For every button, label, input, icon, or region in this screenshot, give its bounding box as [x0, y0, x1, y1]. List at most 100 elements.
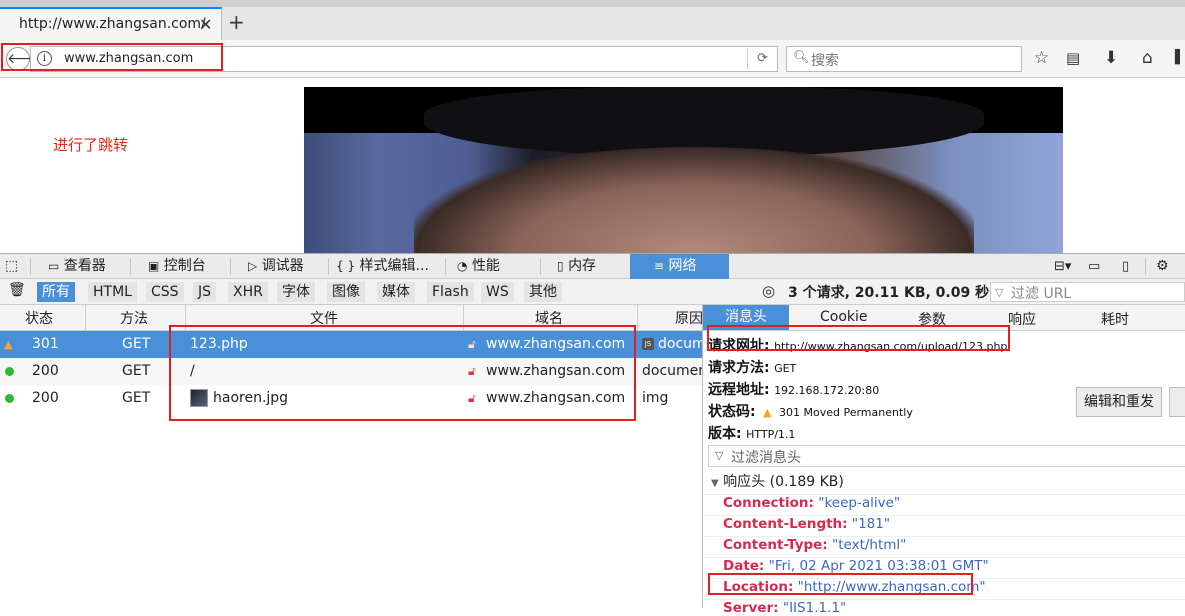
- clear-trash-icon[interactable]: 🗑: [8, 282, 26, 298]
- header-key: Date:: [723, 558, 765, 574]
- header-value: "http://www.zhangsan.com": [797, 579, 986, 595]
- column-method[interactable]: 方法: [120, 308, 148, 328]
- tab-label: 查看器: [63, 258, 106, 274]
- tab-label: 控制台: [163, 258, 206, 274]
- header-row: Server: "IIS1.1.1": [723, 600, 846, 616]
- filter-html[interactable]: HTML: [88, 282, 137, 302]
- tab-response[interactable]: 响应: [1008, 309, 1036, 329]
- filter-fonts[interactable]: 字体: [277, 282, 315, 302]
- browser-tab[interactable]: http://www.zhangsan.com/ ✕: [0, 7, 222, 41]
- network-filter-bar: 🗑 所有 HTML CSS JS XHR 字体 图像 媒体 Flash WS 其…: [0, 279, 1185, 305]
- filter-other[interactable]: 其他: [524, 282, 562, 302]
- remote-address-row: 远程地址: 192.168.172.20:80: [708, 379, 879, 399]
- home-icon[interactable]: ⌂: [1142, 48, 1153, 68]
- filter-flash[interactable]: Flash: [427, 282, 474, 302]
- url-filter-input[interactable]: ▽ 过滤 URL: [990, 282, 1185, 302]
- tab-label: 内存: [568, 258, 597, 274]
- request-file: /: [190, 363, 195, 379]
- column-domain[interactable]: 域名: [535, 308, 563, 328]
- status-code-label: 状态码:: [708, 404, 756, 420]
- header-filter-input[interactable]: ▽ 过滤消息头: [708, 445, 1185, 467]
- filter-images[interactable]: 图像: [327, 282, 365, 302]
- column-status[interactable]: 状态: [25, 308, 53, 328]
- reload-icon[interactable]: ⟳: [747, 49, 777, 69]
- console-icon: ▣: [148, 259, 160, 273]
- edit-and-resend-button[interactable]: 编辑和重发: [1076, 387, 1162, 417]
- tab-inspector[interactable]: ▭ 查看器: [42, 254, 106, 279]
- status-ok-dot: [5, 394, 14, 403]
- http-version-row: 版本: HTTP/1.1: [708, 423, 795, 443]
- request-status: 200: [32, 363, 59, 379]
- filter-funnel-icon: ▽: [715, 449, 724, 462]
- response-headers-title: 响应头 (0.189 KB): [723, 474, 844, 490]
- filter-all[interactable]: 所有: [37, 282, 75, 302]
- tab-network[interactable]: ≡ 网络: [630, 254, 729, 279]
- new-tab-button[interactable]: +: [228, 10, 245, 34]
- request-row[interactable]: 200 GET / 🔓︎ www.zhangsan.com document: [0, 358, 702, 385]
- tab-cookie[interactable]: Cookie: [820, 309, 868, 325]
- site-info-icon[interactable]: i: [37, 51, 52, 66]
- request-list: 状态 方法 文件 域名 原因 ▲ 301 GET 123.php 🔓︎ www.…: [0, 305, 703, 608]
- tab-style-editor[interactable]: { } 样式编辑...: [330, 254, 429, 279]
- dock-layout-icon[interactable]: ⊟▾: [1048, 254, 1071, 279]
- http-version-value: HTTP/1.1: [746, 428, 796, 441]
- details-tabs: 消息头 Cookie 参数 响应 耗时: [703, 305, 1185, 331]
- header-row: Date: "Fri, 02 Apr 2021 03:38:01 GMT": [723, 558, 989, 574]
- settings-gear-icon[interactable]: ⚙: [1150, 254, 1169, 279]
- request-list-header: 状态 方法 文件 域名 原因: [0, 305, 703, 331]
- status-code-row: 状态码: ▲ 301 Moved Permanently: [708, 401, 913, 421]
- overflow-menu-icon[interactable]: ▌: [1175, 50, 1185, 65]
- filter-xhr[interactable]: XHR: [228, 282, 268, 302]
- header-value: "text/html": [832, 537, 907, 553]
- devtools-toolbar: ⬚ ▭ 查看器 ▣ 控制台 ▷ 调试器 { } 样式编辑... ◔ 性能 ▯ 内…: [0, 254, 1185, 279]
- request-method-row: 请求方法: GET: [708, 357, 796, 377]
- url-text[interactable]: www.zhangsan.com: [64, 51, 193, 66]
- tab-debugger[interactable]: ▷ 调试器: [242, 254, 304, 279]
- split-console-icon[interactable]: ▭: [1082, 254, 1100, 279]
- header-key: Connection:: [723, 495, 814, 511]
- search-box[interactable]: 🔍︎ 搜索: [786, 46, 1022, 72]
- tab-performance[interactable]: ◔ 性能: [451, 254, 500, 279]
- tab-timings[interactable]: 耗时: [1101, 309, 1129, 329]
- request-method: GET: [122, 336, 151, 352]
- insecure-lock-icon: 🔓︎: [468, 364, 476, 378]
- tab-console[interactable]: ▣ 控制台: [142, 254, 206, 279]
- debugger-icon: ▷: [248, 259, 258, 273]
- bookmark-star-icon[interactable]: ☆: [1034, 48, 1049, 68]
- tab-memory[interactable]: ▯ 内存: [551, 254, 596, 279]
- insecure-lock-icon: 🔓︎: [468, 337, 476, 351]
- memory-icon: ▯: [557, 259, 564, 273]
- filter-js[interactable]: JS: [193, 282, 217, 302]
- column-file[interactable]: 文件: [310, 308, 338, 328]
- navigation-bar: 🡐 i www.zhangsan.com ⟳ 🔍︎ 搜索 ☆ ▤ ⬇ ⌂ ▌: [0, 40, 1185, 78]
- reading-list-icon[interactable]: ▤: [1066, 49, 1080, 67]
- page-image: [304, 87, 1063, 253]
- url-filter-placeholder: 过滤 URL: [1011, 286, 1072, 302]
- warning-icon: ▲: [763, 406, 772, 419]
- filter-media[interactable]: 媒体: [377, 282, 415, 302]
- close-tab-icon[interactable]: ✕: [199, 15, 212, 34]
- remote-address-label: 远程地址:: [708, 382, 770, 398]
- element-picker-icon[interactable]: ⬚: [0, 254, 18, 279]
- tab-headers[interactable]: 消息头: [703, 305, 789, 330]
- address-bar[interactable]: i www.zhangsan.com ⟳: [30, 46, 778, 72]
- request-url-value: http://www.zhangsan.com/upload/123.php: [774, 340, 1008, 353]
- column-cause[interactable]: 原因: [675, 308, 703, 328]
- raw-headers-button[interactable]: [1169, 387, 1185, 417]
- back-button[interactable]: 🡐: [6, 47, 45, 71]
- request-url-row: 请求网址: http://www.zhangsan.com/upload/123…: [708, 335, 1007, 355]
- expand-triangle-icon: ▼: [711, 478, 719, 489]
- request-row[interactable]: 200 GET haoren.jpg 🔓︎ www.zhangsan.com i…: [0, 385, 702, 412]
- request-row[interactable]: ▲ 301 GET 123.php 🔓︎ www.zhangsan.com JS…: [0, 331, 702, 358]
- filter-css[interactable]: CSS: [146, 282, 184, 302]
- warning-icon: ▲: [4, 338, 13, 351]
- filter-ws[interactable]: WS: [481, 282, 514, 302]
- download-icon[interactable]: ⬇: [1104, 48, 1118, 68]
- request-method-label: 请求方法:: [708, 360, 770, 376]
- request-method-value: GET: [774, 362, 797, 375]
- js-badge-icon: JS: [642, 338, 654, 350]
- response-headers-toggle[interactable]: ▼ 响应头 (0.189 KB): [711, 471, 844, 491]
- performance-analysis-icon[interactable]: ◎: [762, 282, 775, 300]
- tab-params[interactable]: 参数: [918, 309, 946, 329]
- responsive-design-icon[interactable]: ▯: [1116, 254, 1129, 279]
